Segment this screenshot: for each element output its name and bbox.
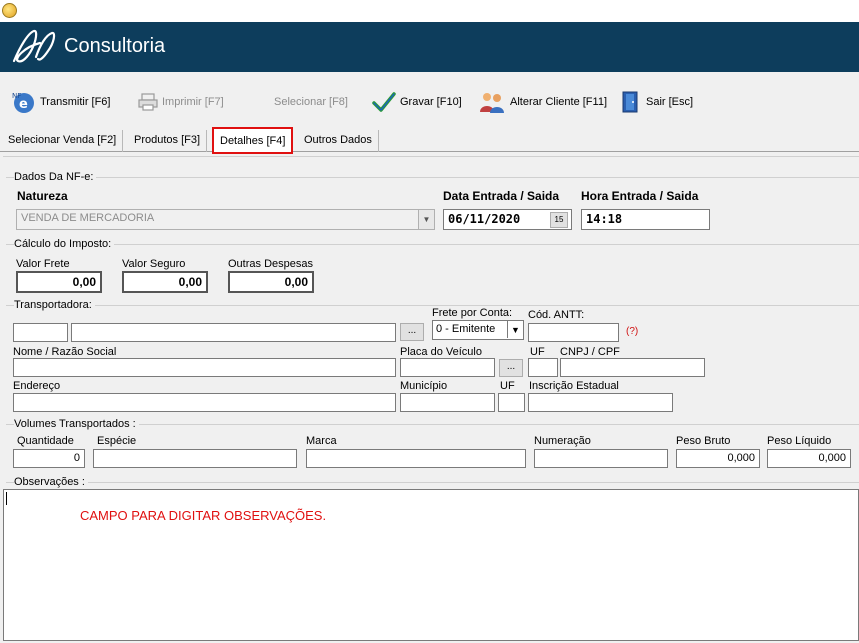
hora-entrada-value: 14:18	[586, 212, 623, 226]
frete-conta-label: Frete por Conta:	[432, 307, 513, 319]
text-caret	[6, 492, 7, 505]
peso-liquido-label: Peso Líquido	[767, 435, 832, 447]
antt-field[interactable]	[528, 323, 619, 342]
data-entrada-value: 06/11/2020	[448, 212, 521, 226]
placa-field[interactable]	[400, 358, 495, 377]
municipio-label: Município	[400, 380, 448, 392]
transportadora-browse-button[interactable]: ...	[400, 323, 424, 341]
antt-label: Cód. ANTT:	[528, 309, 585, 321]
observacoes-text: CAMPO PARA DIGITAR OBSERVAÇÕES.	[80, 508, 327, 523]
especie-field[interactable]	[93, 449, 297, 468]
peso-bruto-label: Peso Bruto	[676, 435, 731, 447]
divider	[6, 305, 859, 306]
quantidade-label: Quantidade	[17, 435, 74, 447]
hora-entrada-label: Hora Entrada / Saida	[581, 189, 699, 203]
tab-outros-dados[interactable]: Outros Dados	[298, 130, 379, 152]
nome-field[interactable]	[13, 358, 396, 377]
alterar-cliente-button[interactable]: Alterar Cliente [F11]	[478, 88, 607, 116]
peso-liquido-field[interactable]: 0,000	[767, 449, 851, 468]
uf-field[interactable]	[528, 358, 558, 377]
divider	[6, 244, 859, 245]
frete-conta-value: 0 - Emitente	[436, 323, 496, 335]
uf2-field[interactable]	[498, 393, 525, 412]
imposto-group-title: Cálculo do Imposto:	[14, 238, 115, 250]
marca-field[interactable]	[306, 449, 526, 468]
volumes-group-title: Volumes Transportados :	[14, 418, 139, 430]
municipio-field[interactable]	[400, 393, 495, 412]
exit-door-icon	[622, 91, 638, 113]
logo-icon	[12, 29, 56, 63]
outras-despesas-label: Outras Despesas	[228, 258, 313, 270]
selecionar-label: Selecionar [F8]	[274, 96, 348, 108]
imprimir-button[interactable]: Imprimir [F7]	[138, 88, 224, 116]
outras-despesas-field[interactable]: 0,00	[228, 271, 314, 293]
numeracao-label: Numeração	[534, 435, 591, 447]
data-entrada-label: Data Entrada / Saida	[443, 189, 560, 203]
chevron-down-icon[interactable]: ▼	[418, 210, 434, 229]
nome-label: Nome / Razão Social	[13, 346, 117, 358]
ie-field[interactable]	[528, 393, 673, 412]
printer-icon	[138, 93, 158, 111]
ie-label: Inscrição Estadual	[529, 380, 619, 392]
svg-text:NF: NF	[12, 92, 21, 100]
gravar-button[interactable]: Gravar [F10]	[372, 88, 462, 116]
uf-label: UF	[530, 346, 545, 358]
gravar-label: Gravar [F10]	[400, 96, 462, 108]
natureza-label: Natureza	[17, 189, 68, 203]
tab-produtos[interactable]: Produtos [F3]	[128, 130, 208, 152]
observacoes-group-title: Observações :	[14, 476, 88, 488]
valor-frete-field[interactable]: 0,00	[16, 271, 102, 293]
antt-help-link[interactable]: (?)	[626, 326, 638, 337]
transportadora-group-title: Transportadora:	[14, 299, 95, 311]
transmitir-label: Transmitir [F6]	[40, 96, 111, 108]
natureza-select[interactable]: VENDA DE MERCADORIA	[16, 209, 435, 230]
alterar-cliente-label: Alterar Cliente [F11]	[510, 96, 608, 108]
especie-label: Espécie	[97, 435, 137, 447]
brand-name: Consultoria	[64, 35, 166, 57]
transmitir-button[interactable]: e NF Transmitir [F6]	[10, 88, 111, 116]
transportadora-name-field[interactable]	[71, 323, 396, 342]
placa-label: Placa do Veículo	[400, 346, 482, 358]
natureza-value: VENDA DE MERCADORIA	[21, 212, 155, 224]
chevron-down-icon: ▼	[507, 321, 523, 338]
imprimir-label: Imprimir [F7]	[162, 96, 224, 108]
users-icon	[480, 93, 504, 113]
selecionar-button[interactable]: Selecionar [F8]	[274, 88, 348, 116]
valor-frete-label: Valor Frete	[16, 258, 70, 270]
tab-selecionar-venda[interactable]: Selecionar Venda [F2]	[2, 130, 124, 152]
quantidade-field[interactable]: 0	[13, 449, 85, 468]
nfe-transmit-icon: e NF	[12, 92, 34, 113]
sair-label: Sair [Esc]	[646, 96, 694, 108]
divider	[6, 482, 859, 483]
tab-detalhes[interactable]: Detalhes [F4]	[212, 127, 294, 154]
numeracao-field[interactable]	[534, 449, 668, 468]
valor-seguro-label: Valor Seguro	[122, 258, 186, 270]
peso-bruto-field[interactable]: 0,000	[676, 449, 760, 468]
cnpj-label: CNPJ / CPF	[560, 346, 620, 358]
uf2-label: UF	[500, 380, 515, 392]
calendar-icon[interactable]: 15	[550, 212, 568, 228]
app-icon	[2, 3, 17, 18]
divider	[6, 177, 859, 178]
endereco-label: Endereço	[13, 380, 61, 392]
checkmark-icon	[372, 92, 396, 112]
sair-button[interactable]: Sair [Esc]	[620, 88, 693, 116]
valor-seguro-field[interactable]: 0,00	[122, 271, 208, 293]
window-title-strip	[0, 0, 859, 22]
transportadora-code-field[interactable]	[13, 323, 68, 342]
hora-entrada-field[interactable]: 14:18	[581, 209, 710, 230]
placa-browse-button[interactable]: ...	[499, 359, 523, 377]
nfe-group-title: Dados Da NF-e:	[14, 171, 97, 183]
endereco-field[interactable]	[13, 393, 396, 412]
marca-label: Marca	[306, 435, 337, 447]
frete-conta-select[interactable]: 0 - Emitente ▼	[432, 320, 524, 340]
cnpj-field[interactable]	[560, 358, 705, 377]
